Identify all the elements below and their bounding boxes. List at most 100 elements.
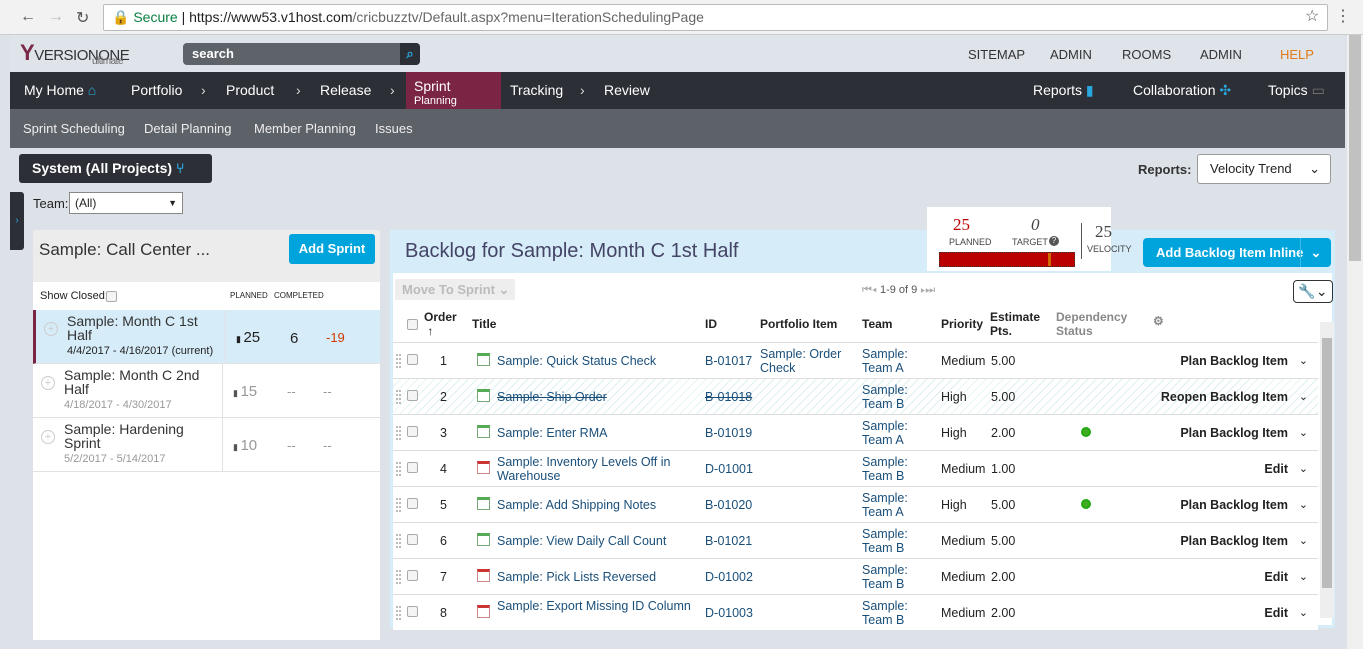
show-closed-checkbox[interactable] xyxy=(106,291,117,302)
row-checkbox[interactable] xyxy=(407,354,418,365)
reports-select[interactable]: Velocity Trend ⌄ xyxy=(1197,154,1331,184)
chevron-down-icon[interactable]: ⌄ xyxy=(1299,534,1308,547)
drag-handle-icon[interactable] xyxy=(396,498,401,512)
row-team-link[interactable]: Sample: Team A xyxy=(862,419,922,447)
subnav-detail-planning[interactable]: Detail Planning xyxy=(144,121,231,136)
move-to-sprint-button[interactable]: Move To Sprint ⌄ xyxy=(395,279,515,300)
drag-handle-icon[interactable] xyxy=(396,462,401,476)
sprint-item[interactable]: + Sample: Month C 2nd Half 4/18/2017 - 4… xyxy=(33,364,380,418)
row-checkbox[interactable] xyxy=(407,606,418,617)
nav-reports[interactable]: Reports ▮ xyxy=(1033,72,1094,109)
dependency-icon[interactable] xyxy=(1081,499,1091,509)
expand-icon[interactable]: + xyxy=(44,322,58,336)
help-icon[interactable]: ? xyxy=(1049,236,1059,246)
subnav-sprint-scheduling[interactable]: Sprint Scheduling xyxy=(23,121,125,136)
chevron-down-icon[interactable]: ⌄ xyxy=(1299,498,1308,511)
row-action-button[interactable]: Plan Backlog Item xyxy=(1180,534,1288,548)
table-row[interactable]: 1 Sample: Quick Status Check B-01017 Sam… xyxy=(393,342,1318,378)
add-backlog-item-inline-button[interactable]: Add Backlog Item Inline ⌄ xyxy=(1143,238,1331,267)
row-checkbox[interactable] xyxy=(407,570,418,581)
table-row[interactable]: 7 Sample: Pick Lists Reversed D-01002 Sa… xyxy=(393,558,1318,594)
row-checkbox[interactable] xyxy=(407,498,418,509)
row-team-link[interactable]: Sample: Team A xyxy=(862,491,922,519)
row-team-link[interactable]: Sample: Team B xyxy=(862,383,922,411)
nav-review[interactable]: Review xyxy=(604,72,650,109)
row-title-link[interactable]: Sample: Pick Lists Reversed xyxy=(497,570,697,584)
nav-topics[interactable]: Topics ▭ xyxy=(1268,72,1325,109)
table-row[interactable]: 3 Sample: Enter RMA B-01019 Sample: Team… xyxy=(393,414,1318,450)
rooms-link[interactable]: ROOMS xyxy=(1122,47,1171,62)
row-id-link[interactable]: B-01021 xyxy=(705,534,752,548)
row-checkbox[interactable] xyxy=(407,390,418,401)
drag-handle-icon[interactable] xyxy=(396,570,401,584)
row-title-link[interactable]: Sample: View Daily Call Count xyxy=(497,534,697,548)
row-title-link[interactable]: Sample: Export Missing ID Column xyxy=(497,599,697,613)
sitemap-link[interactable]: SITEMAP xyxy=(968,47,1025,62)
nav-sprint-planning[interactable]: Sprint Planning xyxy=(406,72,501,109)
row-id-link[interactable]: B-01019 xyxy=(705,426,752,440)
row-team-link[interactable]: Sample: Team B xyxy=(862,455,922,483)
row-id-link[interactable]: D-01003 xyxy=(705,606,753,620)
nav-portfolio[interactable]: Portfolio xyxy=(131,72,182,109)
last-page-icon[interactable]: ▸⏭ xyxy=(920,284,935,296)
row-team-link[interactable]: Sample: Team A xyxy=(862,347,922,375)
add-sprint-button[interactable]: Add Sprint xyxy=(289,234,375,264)
admin-user-link[interactable]: ADMIN xyxy=(1200,47,1242,62)
admin-link[interactable]: ADMIN xyxy=(1050,47,1092,62)
wrench-settings-button[interactable]: 🔧⌄ xyxy=(1293,280,1333,303)
column-dependency-status[interactable]: Dependency Status xyxy=(1056,310,1136,338)
project-scope-button[interactable]: System (All Projects) ⑂ xyxy=(19,154,212,183)
column-settings-icon[interactable]: ⚙ xyxy=(1153,314,1164,328)
drag-handle-icon[interactable] xyxy=(396,354,401,368)
address-bar[interactable]: 🔒 Secure | https://www53.v1host.com/cric… xyxy=(103,4,1328,31)
row-title-link[interactable]: Sample: Inventory Levels Off in Warehous… xyxy=(497,455,697,483)
help-link[interactable]: HELP xyxy=(1280,47,1314,62)
row-title-link[interactable]: Sample: Quick Status Check xyxy=(497,354,697,368)
subnav-issues[interactable]: Issues xyxy=(375,121,413,136)
expand-icon[interactable]: + xyxy=(41,430,55,444)
select-all-checkbox[interactable] xyxy=(407,319,418,330)
team-select[interactable]: (All) ▼ xyxy=(69,192,183,214)
row-title-link[interactable]: Sample: Enter RMA xyxy=(497,426,697,440)
chevron-down-icon[interactable]: ⌄ xyxy=(1299,426,1308,439)
row-team-link[interactable]: Sample: Team B xyxy=(862,563,922,591)
row-id-link[interactable]: D-01002 xyxy=(705,570,753,584)
row-id-link[interactable]: B-01018 xyxy=(705,390,752,404)
chevron-down-icon[interactable]: ⌄ xyxy=(1299,354,1308,367)
table-row[interactable]: 5 Sample: Add Shipping Notes B-01020 Sam… xyxy=(393,486,1318,522)
search-input[interactable]: search ⌕ xyxy=(183,43,420,65)
reload-icon[interactable]: ↻ xyxy=(76,8,89,28)
row-action-button[interactable]: Edit xyxy=(1264,462,1288,476)
row-action-button[interactable]: Plan Backlog Item xyxy=(1180,426,1288,440)
row-action-button[interactable]: Plan Backlog Item xyxy=(1180,354,1288,368)
nav-my-home[interactable]: My Home ⌂ xyxy=(24,72,96,109)
nav-tracking[interactable]: Tracking xyxy=(510,72,563,109)
row-portfolio-link[interactable]: Sample: Order Check xyxy=(760,347,850,375)
subnav-member-planning[interactable]: Member Planning xyxy=(254,121,356,136)
table-row[interactable]: 4 Sample: Inventory Levels Off in Wareho… xyxy=(393,450,1318,486)
row-id-link[interactable]: D-01001 xyxy=(705,462,753,476)
nav-release[interactable]: Release xyxy=(320,72,371,109)
row-action-button[interactable]: Edit xyxy=(1264,606,1288,620)
row-checkbox[interactable] xyxy=(407,534,418,545)
column-order[interactable]: Order ↑ xyxy=(424,310,457,338)
column-portfolio-item[interactable]: Portfolio Item xyxy=(760,317,837,331)
row-checkbox[interactable] xyxy=(407,426,418,437)
row-title-link[interactable]: Sample: Ship Order xyxy=(497,390,697,404)
nav-product[interactable]: Product xyxy=(226,72,274,109)
row-id-link[interactable]: B-01017 xyxy=(705,354,752,368)
chevron-down-icon[interactable]: ⌄ xyxy=(1299,390,1308,403)
row-title-link[interactable]: Sample: Add Shipping Notes xyxy=(497,498,697,512)
row-team-link[interactable]: Sample: Team B xyxy=(862,527,922,555)
drag-handle-icon[interactable] xyxy=(396,534,401,548)
table-row[interactable]: 8 Sample: Export Missing ID Column D-010… xyxy=(393,594,1318,630)
row-team-link[interactable]: Sample: Team B xyxy=(862,599,922,627)
drag-handle-icon[interactable] xyxy=(396,390,401,404)
drag-handle-icon[interactable] xyxy=(396,606,401,620)
table-row[interactable]: 6 Sample: View Daily Call Count B-01021 … xyxy=(393,522,1318,558)
chevron-down-icon[interactable]: ⌄ xyxy=(1299,462,1308,475)
first-page-icon[interactable]: ⏮◂ xyxy=(862,284,877,296)
expand-icon[interactable]: + xyxy=(41,376,55,390)
logo[interactable]: YVERSIONONE ultimate xyxy=(20,40,130,67)
chevron-down-icon[interactable]: ⌄ xyxy=(1299,570,1308,583)
